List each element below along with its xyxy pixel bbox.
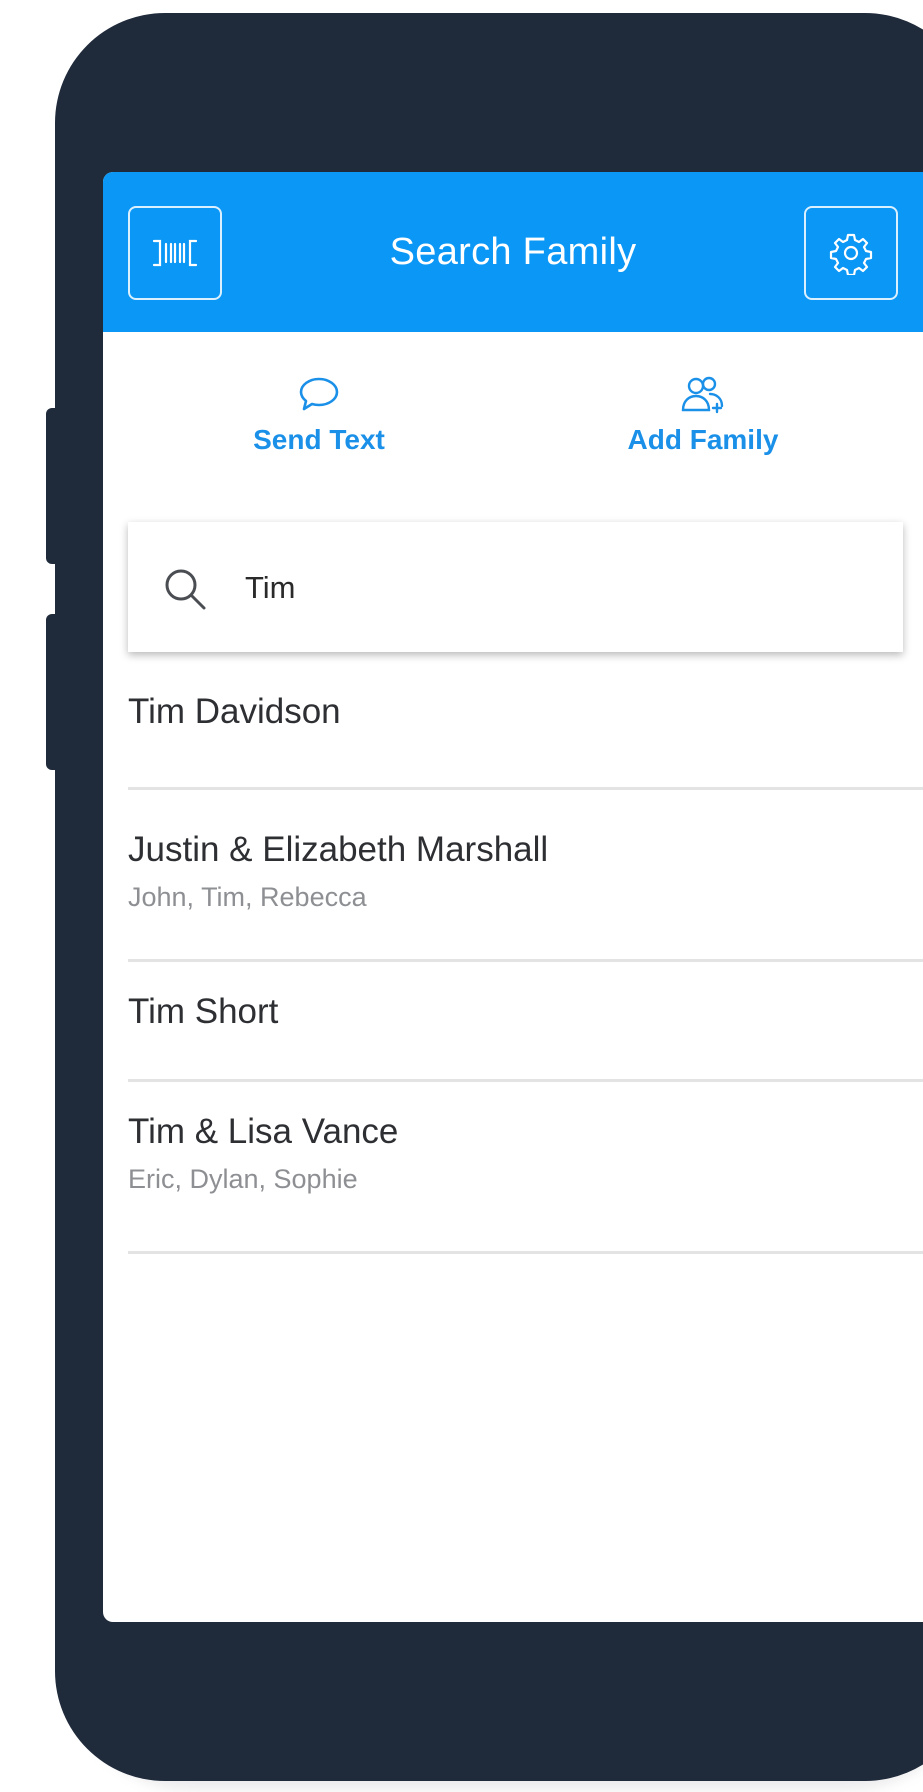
family-name: Tim Davidson [128, 692, 341, 731]
barcode-scan-button[interactable] [128, 206, 222, 300]
gear-icon [829, 233, 873, 275]
add-people-icon [681, 376, 724, 414]
settings-button[interactable] [804, 206, 898, 300]
family-result-row[interactable]: Justin & Elizabeth Marshall John, Tim, R… [128, 790, 923, 962]
family-result-row[interactable]: Tim Short [128, 962, 923, 1082]
family-name: Justin & Elizabeth Marshall [128, 830, 549, 869]
family-result-row[interactable]: Tim Davidson [128, 652, 923, 790]
search-bar [128, 522, 903, 652]
family-members: John, Tim, Rebecca [128, 882, 367, 912]
search-results-list: Tim Davidson Justin & Elizabeth Marshall… [128, 652, 923, 1254]
search-input[interactable] [243, 552, 847, 624]
family-name: Tim & Lisa Vance [128, 1112, 399, 1151]
family-name: Tim Short [128, 992, 279, 1031]
family-members: Eric, Dylan, Sophie [128, 1164, 358, 1194]
send-text-label: Send Text [253, 424, 385, 455]
send-text-button[interactable]: Send Text [189, 372, 449, 456]
search-icon [165, 569, 206, 610]
chat-bubble-icon [299, 377, 339, 411]
add-family-label: Add Family [627, 424, 779, 455]
page: Search Family Send Text Add Family Tim T… [0, 0, 923, 1792]
quick-actions: Send Text Add Family [103, 372, 923, 482]
family-result-row[interactable]: Tim & Lisa Vance Eric, Dylan, Sophie [128, 1082, 923, 1254]
barcode-scan-icon [152, 239, 198, 267]
app-header: Search Family [103, 172, 923, 332]
app-screen: Search Family Send Text Add Family Tim T… [103, 172, 923, 1622]
add-family-button[interactable]: Add Family [573, 372, 833, 456]
page-title: Search Family [389, 231, 637, 273]
